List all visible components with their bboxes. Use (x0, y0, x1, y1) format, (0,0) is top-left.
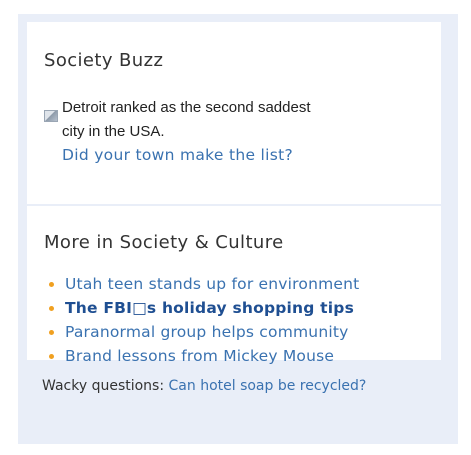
list-item-link[interactable]: Utah teen stands up for environment (39, 272, 359, 296)
list-item-link[interactable]: Brand lessons from Mickey Mouse (39, 344, 359, 368)
bullet-icon (49, 354, 54, 359)
list-item-link[interactable]: The FBI□s holiday shopping tips (39, 296, 359, 320)
footer-link[interactable]: Can hotel soap be recycled? (169, 378, 367, 394)
list-item-label[interactable]: Brand lessons from Mickey Mouse (65, 347, 334, 365)
wacky-questions-footer: Wacky questions: Can hotel soap be recyc… (42, 375, 372, 398)
list-item-label[interactable]: The FBI□s holiday shopping tips (65, 299, 354, 317)
society-buzz-title: Society Buzz (44, 50, 164, 71)
more-links-list: Utah teen stands up for environment The … (39, 272, 359, 368)
buzz-story-link[interactable]: Did your town make the list? (62, 144, 310, 167)
bullet-icon (49, 282, 54, 287)
society-panel: Society Buzz Detroit ranked as the secon… (18, 14, 458, 444)
list-item-label[interactable]: Paranormal group helps community (65, 323, 349, 341)
bullet-icon (49, 306, 54, 311)
list-item-label[interactable]: Utah teen stands up for environment (65, 275, 359, 293)
more-section-title: More in Society & Culture (44, 232, 284, 253)
footer-prefix: Wacky questions: (42, 378, 169, 394)
society-card: Society Buzz Detroit ranked as the secon… (27, 22, 441, 365)
bullet-icon (49, 330, 54, 335)
list-item-link[interactable]: Paranormal group helps community (39, 320, 359, 344)
buzz-headline: Detroit ranked as the second saddest cit… (62, 99, 311, 140)
broken-image-icon[interactable] (44, 110, 58, 122)
